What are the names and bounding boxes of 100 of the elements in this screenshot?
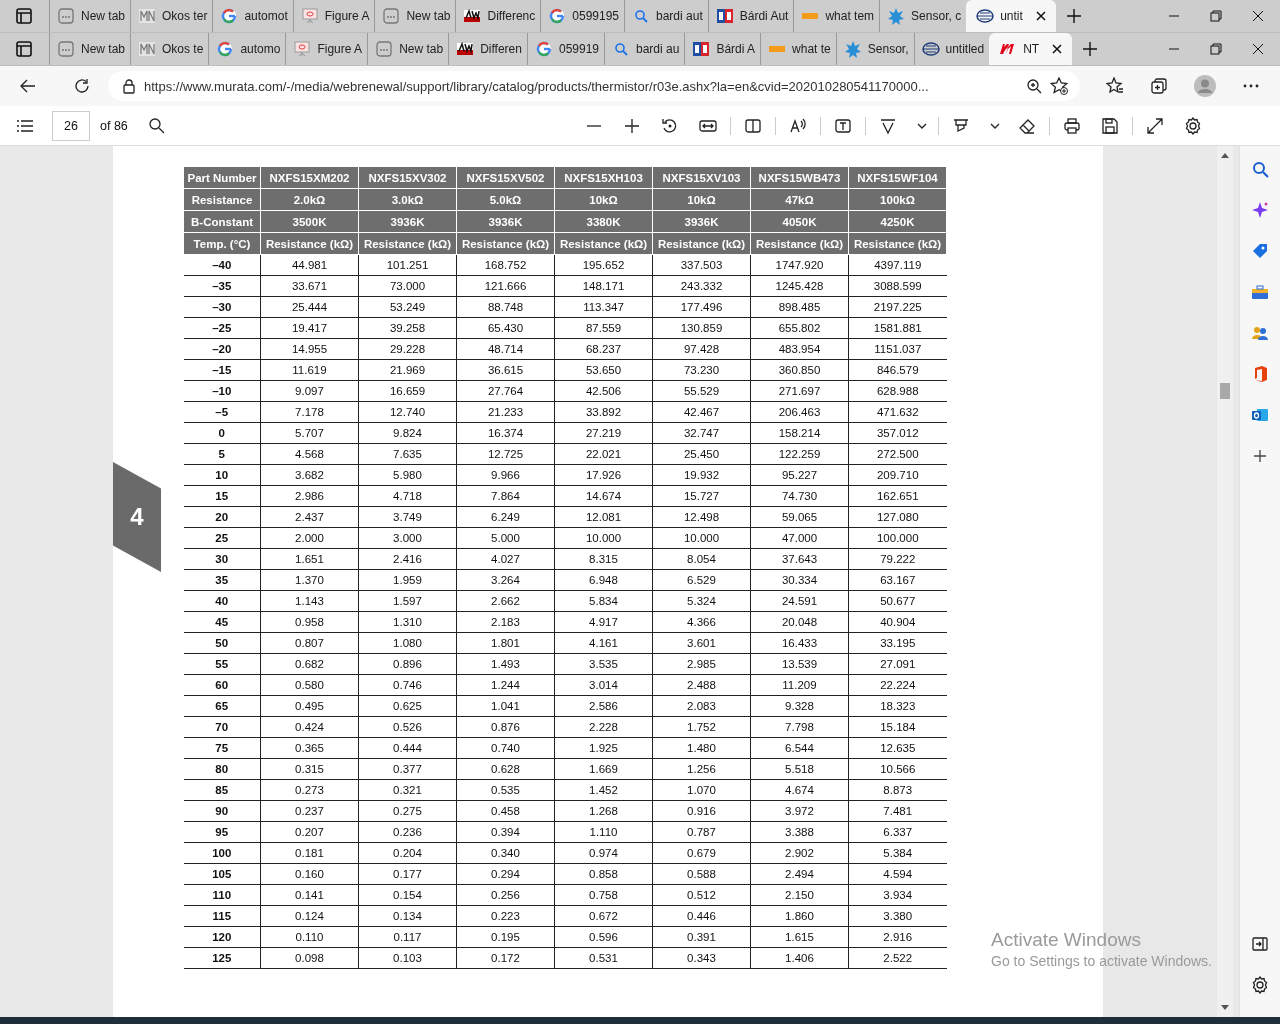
tab-title: Bárdi Aut xyxy=(739,9,789,23)
outlook-icon[interactable] xyxy=(1251,406,1269,424)
browser-tab[interactable]: New tab xyxy=(49,0,131,32)
table-cell: 105 xyxy=(183,863,261,885)
table-cell: 55.529 xyxy=(652,380,751,402)
read-aloud-icon[interactable] xyxy=(789,116,807,135)
browser-tab[interactable]: Okos ter xyxy=(130,0,213,32)
scroll-down-icon[interactable] xyxy=(1221,1005,1229,1011)
browser-tab[interactable]: bardi au xyxy=(604,33,685,65)
scroll-thumb[interactable] xyxy=(1220,383,1230,399)
table-cell: 1.041 xyxy=(456,695,555,717)
logo-icon xyxy=(715,7,734,25)
people-icon[interactable] xyxy=(1251,324,1269,342)
table-cell: 4397.119 xyxy=(848,254,947,276)
save-icon[interactable] xyxy=(1101,116,1119,135)
table-cell: 0.876 xyxy=(456,716,555,738)
close-icon[interactable] xyxy=(1034,10,1047,22)
google-icon xyxy=(534,40,553,58)
browser-tab[interactable]: Bárdi Aut xyxy=(707,0,794,32)
collections-icon[interactable] xyxy=(1150,77,1168,95)
rotate-icon[interactable] xyxy=(661,116,679,135)
table-cell: 2.416 xyxy=(358,548,457,570)
tab-title: New tab xyxy=(81,42,126,56)
table-cell: 0.340 xyxy=(456,842,555,864)
close-icon[interactable] xyxy=(1051,43,1064,55)
table-cell: 100 xyxy=(183,842,261,864)
toolbox-icon[interactable] xyxy=(1251,283,1269,301)
browser-tab[interactable]: New tab xyxy=(367,33,449,65)
browser-tab[interactable]: Differenc xyxy=(455,0,541,32)
browser-tab[interactable]: what te xyxy=(760,33,836,65)
restore-icon[interactable] xyxy=(1210,10,1222,22)
browser-tab[interactable]: Figure A xyxy=(292,0,375,32)
scroll-up-icon[interactable] xyxy=(1221,152,1229,158)
table-cell: 0.321 xyxy=(358,779,457,801)
print-icon[interactable] xyxy=(1063,116,1081,135)
sparkle-icon[interactable] xyxy=(1251,201,1269,219)
table-cell: 15.184 xyxy=(848,716,947,738)
table-cell: 1.651 xyxy=(260,548,359,570)
new-tab-icon[interactable] xyxy=(1065,8,1082,24)
page-view-icon[interactable] xyxy=(744,116,762,135)
table-cell: 29.228 xyxy=(358,338,457,360)
browser-tab[interactable]: automo xyxy=(208,33,286,65)
refresh-icon[interactable] xyxy=(73,77,91,95)
browser-tab[interactable]: what tem xyxy=(793,0,880,32)
table-cell: 4.027 xyxy=(456,548,555,570)
page-number-field[interactable]: 26 xyxy=(52,110,90,141)
browser-tab[interactable]: NT xyxy=(989,33,1073,65)
table-cell: 50.677 xyxy=(848,590,947,612)
zoom-in-icon[interactable] xyxy=(1026,78,1042,94)
add-icon[interactable] xyxy=(1251,447,1269,465)
table-cell: 110 xyxy=(183,884,261,906)
browser-tab[interactable]: New tab xyxy=(49,33,131,65)
settings-icon[interactable] xyxy=(1251,976,1269,994)
zoom-in-icon[interactable] xyxy=(623,116,641,135)
table-cell: 0.365 xyxy=(260,737,359,759)
table-cell: 0 xyxy=(183,422,261,444)
browser-tab[interactable]: 0599195 xyxy=(540,0,624,32)
browser-tab[interactable]: Figure A xyxy=(285,33,368,65)
logo-icon xyxy=(138,40,157,58)
profile-avatar-icon[interactable] xyxy=(1194,75,1216,97)
table-cell: 2.985 xyxy=(652,653,751,675)
tab-actions-icon[interactable] xyxy=(15,40,33,58)
browser-tab[interactable]: untit xyxy=(966,0,1056,32)
address-field[interactable]: https://www.murata.com/-/media/webrenewal/support/library/catalog/products/thermistor/r03e.ashx?la=en&cvid=202010280541170000... xyxy=(108,71,1080,101)
browser-tab[interactable]: Okos te xyxy=(130,33,209,65)
tab-actions-icon[interactable] xyxy=(15,7,33,25)
table-cell: 0.141 xyxy=(260,884,359,906)
sidebar-toggle-icon[interactable] xyxy=(1251,935,1269,953)
table-cell: 21.233 xyxy=(456,401,555,423)
table-cell: 48.714 xyxy=(456,338,555,360)
tab-title: automot xyxy=(244,9,288,23)
draw-icon[interactable] xyxy=(879,116,897,135)
favorite-add-icon[interactable] xyxy=(1050,77,1068,95)
browser-tab[interactable]: Differen xyxy=(448,33,527,65)
settings-icon[interactable] xyxy=(1184,116,1202,135)
table-cell: 483.954 xyxy=(750,338,849,360)
tab-title: New tab xyxy=(399,42,444,56)
browser-tab[interactable]: bardi aut xyxy=(624,0,708,32)
fullscreen-icon[interactable] xyxy=(1146,116,1164,135)
table-cell: 0.807 xyxy=(260,632,359,654)
tab-title: bardi aut xyxy=(656,9,703,23)
browser-tab[interactable]: 059919 xyxy=(526,33,604,65)
close-icon[interactable] xyxy=(1252,43,1264,55)
back-icon[interactable] xyxy=(19,77,37,95)
new-tab-icon[interactable] xyxy=(1082,41,1099,57)
scrollbar[interactable] xyxy=(1217,146,1233,1017)
text-box-icon[interactable] xyxy=(834,116,852,135)
highlight-icon[interactable] xyxy=(952,116,970,135)
table-cell: 130.859 xyxy=(652,317,751,339)
tag-icon[interactable] xyxy=(1251,242,1269,260)
restore-icon[interactable] xyxy=(1210,43,1222,55)
table-cell: 17.926 xyxy=(554,464,653,486)
browser-tab[interactable]: Sensor, xyxy=(835,33,914,65)
browser-tab[interactable]: New tab xyxy=(374,0,456,32)
browser-tab[interactable]: Bárdi A xyxy=(684,33,761,65)
close-icon[interactable] xyxy=(1252,10,1264,22)
browser-tab[interactable]: automot xyxy=(212,0,293,32)
favorites-icon[interactable] xyxy=(1106,77,1124,95)
tab-title: Bárdi A xyxy=(716,42,756,56)
search-icon[interactable] xyxy=(147,116,166,135)
